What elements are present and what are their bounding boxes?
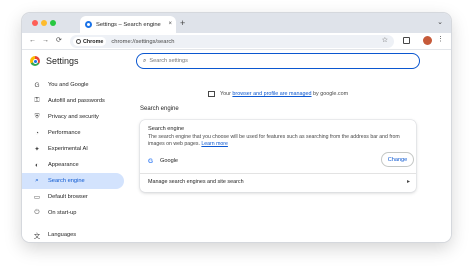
sidebar-item-search-engine[interactable]: ⌕ Search engine — [22, 173, 124, 189]
search-icon: ⌕ — [35, 177, 39, 184]
settings-header: Settings — [30, 56, 79, 66]
tab-close-icon[interactable]: × — [168, 20, 172, 28]
settings-page: Settings ⌕ G You and Google ⚿ Autofill a… — [22, 50, 451, 242]
chevron-right-icon: ▸ — [406, 179, 410, 185]
back-icon[interactable]: ← — [29, 36, 36, 46]
chrome-logo-icon — [30, 56, 40, 66]
sidebar-item-on-startup[interactable]: ⏻ On start-up — [22, 205, 124, 221]
profile-avatar[interactable] — [423, 36, 432, 45]
shield-icon: ⛨ — [34, 113, 40, 120]
browser-window: Settings – Search engine × + ⌄ ← → ⟳ Chr… — [22, 13, 451, 242]
page-title: Settings — [46, 56, 79, 66]
card-header: Search engine The search engine that you… — [148, 126, 410, 148]
card-description: The search engine that you choose will b… — [148, 134, 410, 148]
key-icon: ⚿ — [34, 97, 40, 104]
sidebar-item-default-browser[interactable]: ▭ Default browser — [22, 189, 124, 205]
translate-icon: 文 — [33, 233, 41, 240]
card-desc-text: The search engine that you choose will b… — [148, 134, 400, 147]
sidebar-item-label: Experimental AI — [48, 146, 88, 152]
extensions-icon[interactable] — [403, 37, 410, 44]
google-icon: G — [148, 157, 154, 165]
sidebar-item-label: Languages — [48, 232, 77, 238]
bookmark-star-icon[interactable]: ☆ — [382, 36, 388, 44]
section-title: Search engine — [140, 106, 179, 112]
chrome-icon — [76, 39, 81, 44]
sidebar-item-label: Search engine — [48, 178, 85, 184]
sidebar-item-label: Default browser — [48, 194, 88, 200]
tab-search-icon[interactable]: ⌄ — [437, 18, 443, 26]
search-engine-card: Search engine The search engine that you… — [140, 120, 416, 192]
sidebar-item-label: On start-up — [48, 210, 77, 216]
managed-prefix: Your — [220, 91, 231, 97]
reload-icon[interactable]: ⟳ — [56, 36, 62, 46]
new-tab-button[interactable]: + — [180, 18, 185, 28]
current-engine-row: G Google Change — [148, 152, 414, 167]
engine-name: Google — [160, 158, 179, 164]
address-bar[interactable]: Chrome chrome://settings/search ☆ — [70, 35, 394, 48]
sparkle-icon: ✦ — [34, 146, 40, 153]
sidebar-item-label: Privacy and security — [48, 114, 99, 120]
sidebar-item-label: Autofill and passwords — [48, 98, 105, 104]
search-icon: ⌕ — [143, 57, 147, 64]
change-button[interactable]: Change — [381, 152, 414, 167]
sidebar-item-appearance[interactable]: ◐ Appearance — [22, 157, 124, 173]
palette-icon: ◐ — [35, 161, 39, 169]
tab-title: Settings – Search engine — [96, 21, 161, 28]
search-input[interactable] — [149, 58, 390, 64]
sidebar-item-performance[interactable]: ◔ Performance — [22, 125, 124, 141]
settings-favicon-icon — [85, 21, 92, 28]
manage-search-engines-row[interactable]: Manage search engines and site search ▸ — [148, 175, 410, 189]
speedometer-icon: ◔ — [35, 129, 39, 137]
url-text[interactable]: chrome://settings/search — [111, 39, 174, 45]
close-window-button[interactable] — [32, 20, 38, 26]
manage-label: Manage search engines and site search — [148, 179, 244, 185]
chip-label: Chrome — [83, 38, 104, 45]
sidebar-item-label: You and Google — [48, 82, 89, 88]
managed-link[interactable]: browser and profile are managed — [232, 91, 311, 97]
toolbar: ← → ⟳ Chrome chrome://settings/search ☆ … — [22, 33, 451, 50]
sidebar: G You and Google ⚿ Autofill and password… — [22, 77, 124, 242]
building-icon — [208, 91, 215, 97]
divider — [140, 173, 416, 174]
maximize-window-button[interactable] — [50, 20, 56, 26]
learn-more-link[interactable]: Learn more — [201, 141, 228, 147]
power-icon: ⏻ — [34, 209, 40, 216]
managed-notice: Your browser and profile are managed by … — [208, 91, 348, 97]
sidebar-item-experimental-ai[interactable]: ✦ Experimental AI — [22, 141, 124, 157]
google-g-icon: G — [34, 81, 40, 89]
minimize-window-button[interactable] — [41, 20, 47, 26]
browser-window-icon: ▭ — [33, 194, 41, 201]
sidebar-item-languages[interactable]: 文 Languages — [22, 227, 124, 242]
card-title: Search engine — [148, 126, 185, 132]
sidebar-item-privacy[interactable]: ⛨ Privacy and security — [22, 109, 124, 125]
settings-search[interactable]: ⌕ — [136, 53, 420, 69]
menu-dots-icon[interactable]: ⋮ — [437, 35, 444, 45]
site-info-chip[interactable]: Chrome — [73, 37, 107, 46]
sidebar-item-label: Performance — [48, 130, 81, 136]
sidebar-item-autofill[interactable]: ⚿ Autofill and passwords — [22, 93, 124, 109]
forward-icon[interactable]: → — [42, 36, 49, 46]
sidebar-item-you-and-google[interactable]: G You and Google — [22, 77, 124, 93]
tab-strip: Settings – Search engine × + ⌄ — [22, 13, 451, 33]
managed-suffix: by google.com — [313, 91, 349, 97]
tab-settings[interactable]: Settings – Search engine × — [80, 16, 176, 33]
sidebar-item-label: Appearance — [48, 162, 79, 168]
